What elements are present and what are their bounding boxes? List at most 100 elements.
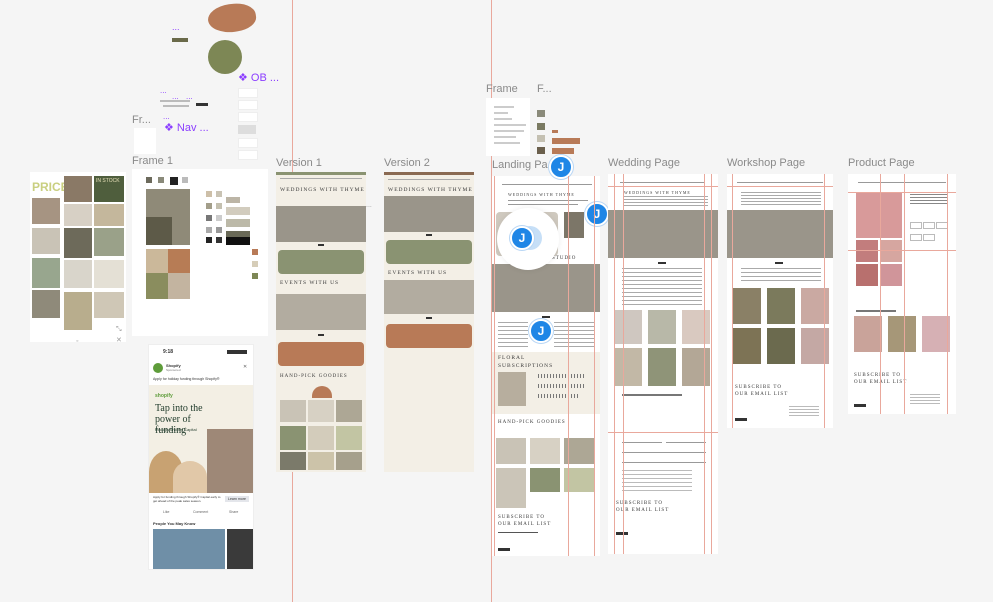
moodboard-image bbox=[64, 176, 92, 202]
frame-label-landing[interactable]: Landing Pa bbox=[492, 159, 548, 171]
swatch bbox=[252, 273, 258, 279]
person-photo[interactable] bbox=[153, 529, 225, 569]
option-button[interactable] bbox=[923, 222, 935, 229]
collaborator-avatar[interactable]: J bbox=[585, 202, 609, 226]
share-button[interactable]: Share bbox=[229, 510, 238, 514]
close-icon[interactable]: ✕ bbox=[116, 336, 122, 344]
ob-item[interactable] bbox=[238, 138, 258, 148]
chevron-down-icon[interactable]: ◦ bbox=[76, 338, 78, 345]
thumbnail[interactable] bbox=[856, 240, 878, 262]
option-button[interactable] bbox=[910, 234, 922, 241]
wedding-page-frame[interactable]: WEDDINGS WITH THYME SUBSCRIBE TO OUR EMA… bbox=[608, 174, 718, 554]
moodboard-stock: IN STOCK bbox=[96, 178, 120, 184]
column-guide bbox=[904, 174, 905, 414]
option-button[interactable] bbox=[923, 234, 935, 241]
color-style[interactable] bbox=[537, 147, 545, 154]
component-ob[interactable]: ❖ OB ... bbox=[238, 71, 279, 84]
person-photo[interactable] bbox=[227, 529, 253, 569]
form-field[interactable] bbox=[622, 436, 662, 443]
section-title: WEDDINGS WITH THYME bbox=[388, 187, 473, 193]
thumbnail[interactable] bbox=[856, 264, 878, 286]
color-style[interactable] bbox=[537, 135, 545, 142]
component-nav[interactable]: ❖ Nav ... bbox=[164, 121, 209, 134]
ad-shape bbox=[173, 461, 207, 493]
email-input[interactable] bbox=[498, 532, 538, 533]
facebook-ad-frame[interactable]: 9:18 Shopify Sponsored ✕ Apply for holid… bbox=[148, 344, 254, 570]
frame-label-workshop[interactable]: Workshop Page bbox=[727, 157, 805, 169]
color-style[interactable] bbox=[552, 130, 558, 133]
comment-button[interactable]: Comment bbox=[193, 510, 208, 514]
ob-item[interactable] bbox=[238, 150, 258, 160]
collaborator-avatar[interactable]: J bbox=[549, 155, 573, 179]
social-icons[interactable] bbox=[616, 532, 628, 535]
section-title: WEDDINGS WITH THYME bbox=[624, 190, 691, 195]
swatch bbox=[206, 237, 212, 243]
info-card[interactable] bbox=[278, 250, 364, 274]
info-card[interactable] bbox=[386, 240, 472, 264]
ad-creative[interactable]: shopify Tap into the power of funding th… bbox=[149, 385, 253, 493]
ob-item[interactable] bbox=[238, 88, 258, 98]
version-1-frame[interactable]: WEDDINGS WITH THYME EVENTS WITH US HAND-… bbox=[276, 172, 366, 472]
swatch bbox=[216, 227, 222, 233]
swatch bbox=[216, 203, 222, 209]
learn-more-button[interactable]: Learn more bbox=[225, 496, 249, 502]
color-style[interactable] bbox=[552, 148, 574, 154]
color-style[interactable] bbox=[537, 123, 545, 130]
section-title: HAND-PICK GOODIES bbox=[498, 420, 566, 425]
row bbox=[494, 112, 508, 114]
social-icons[interactable] bbox=[735, 418, 747, 421]
workshop-page-frame[interactable]: SUBSCRIBE TO OUR EMAIL LIST bbox=[727, 174, 833, 428]
carousel-dots bbox=[318, 244, 324, 246]
version-2-frame[interactable]: WEDDINGS WITH THYME EVENTS WITH US bbox=[384, 172, 474, 472]
frame-label-f[interactable]: F... bbox=[537, 83, 552, 95]
frame-label-fr[interactable]: Fr... bbox=[132, 114, 151, 126]
social-icons[interactable] bbox=[498, 548, 510, 551]
form-field[interactable] bbox=[622, 446, 706, 453]
tiny-icons bbox=[196, 103, 208, 106]
row-guide bbox=[848, 192, 956, 193]
frame-label-product[interactable]: Product Page bbox=[848, 157, 915, 169]
resize-icon[interactable]: ⤡ bbox=[116, 326, 122, 334]
sage-circle-swatch[interactable] bbox=[208, 40, 242, 74]
frame-label-version-1[interactable]: Version 1 bbox=[276, 157, 322, 169]
list-item bbox=[538, 374, 586, 378]
frame-1[interactable] bbox=[132, 169, 268, 336]
frame-label-wedding[interactable]: Wedding Page bbox=[608, 157, 680, 169]
swatch bbox=[206, 191, 212, 197]
form-field[interactable] bbox=[666, 436, 706, 443]
nav-line bbox=[388, 179, 470, 180]
related-image bbox=[888, 316, 916, 352]
collaborator-avatar[interactable]: J bbox=[529, 319, 553, 343]
frame-label-frame-1[interactable]: Frame 1 bbox=[132, 155, 173, 167]
column-guide bbox=[711, 174, 712, 554]
small-frame[interactable] bbox=[486, 98, 530, 156]
terracotta-blob-swatch[interactable] bbox=[206, 0, 258, 36]
info-card[interactable] bbox=[278, 342, 364, 366]
color-style[interactable] bbox=[537, 110, 545, 117]
color-style[interactable] bbox=[552, 138, 580, 144]
ob-item[interactable] bbox=[238, 125, 256, 134]
ob-item[interactable] bbox=[238, 112, 258, 122]
swatch bbox=[146, 177, 152, 183]
ob-item[interactable] bbox=[238, 100, 258, 110]
thumbnail[interactable] bbox=[880, 264, 902, 286]
thumbnail[interactable] bbox=[880, 240, 902, 262]
goodies-image bbox=[336, 426, 362, 450]
social-icons[interactable] bbox=[854, 404, 866, 407]
frame-label-version-2[interactable]: Version 2 bbox=[384, 157, 430, 169]
collaborator-avatar[interactable]: J bbox=[510, 226, 534, 250]
product-page-frame[interactable]: SUBSCRIBE TO OUR EMAIL LIST bbox=[848, 174, 956, 414]
swatch bbox=[252, 261, 258, 267]
mini-frame[interactable] bbox=[134, 128, 156, 154]
option-button[interactable] bbox=[910, 222, 922, 229]
moodboard-frame[interactable]: PRICES IN STOCK bbox=[30, 172, 126, 342]
info-card[interactable] bbox=[386, 324, 472, 348]
close-icon[interactable]: ✕ bbox=[243, 364, 247, 370]
form-field[interactable] bbox=[622, 456, 706, 463]
text-block bbox=[554, 322, 594, 348]
like-button[interactable]: Like bbox=[163, 510, 169, 514]
product-image bbox=[856, 192, 902, 238]
row-guide bbox=[727, 186, 833, 187]
tiny-row bbox=[163, 105, 189, 107]
frame-label-frame[interactable]: Frame bbox=[486, 83, 518, 95]
